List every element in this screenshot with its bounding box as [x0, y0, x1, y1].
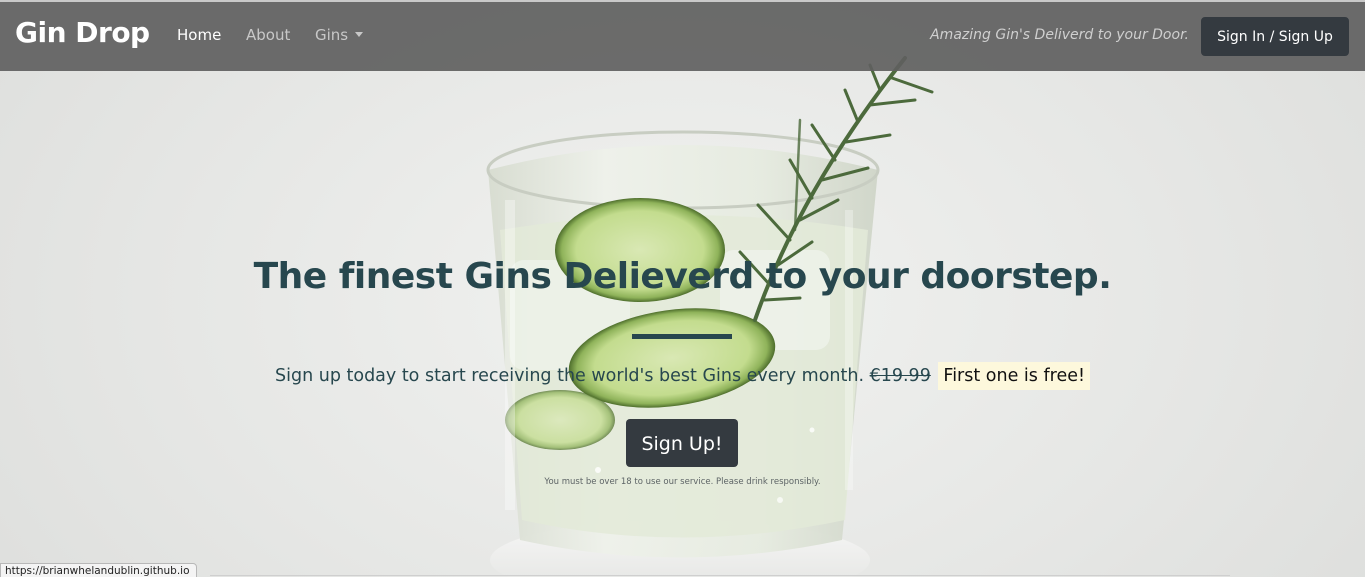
nav-link-gins-dropdown[interactable]: Gins	[315, 26, 364, 44]
page-bottom-divider	[210, 575, 1230, 576]
age-disclaimer: You must be over 18 to use our service. …	[544, 477, 821, 487]
hero-lead-text: Sign up today to start receiving the wor…	[0, 362, 1365, 390]
hero-lead-sentence: Sign up today to start receiving the wor…	[275, 366, 865, 386]
free-offer-highlight: First one is free!	[938, 362, 1090, 390]
old-price: €19.99	[869, 366, 931, 386]
navbar-tagline: Amazing Gin's Deliverd to your Door.	[930, 27, 1189, 43]
nav-link-gins-label: Gins	[315, 26, 349, 44]
chevron-down-icon	[355, 32, 364, 37]
nav-link-about[interactable]: About	[246, 26, 290, 44]
page: Gin Drop Home About Gins Amazing Gin's D…	[0, 0, 1365, 577]
hero-title: The finest Gins Delieverd to your doorst…	[253, 256, 1112, 297]
top-navbar: Gin Drop Home About Gins Amazing Gin's D…	[0, 0, 1365, 71]
signin-signup-button[interactable]: Sign In / Sign Up	[1201, 17, 1349, 56]
brand-logo[interactable]: Gin Drop	[15, 16, 150, 49]
nav-link-home[interactable]: Home	[177, 26, 221, 44]
signup-button[interactable]: Sign Up!	[626, 419, 738, 467]
status-bar-url: https://brianwhelandublin.github.io	[0, 563, 197, 577]
hero-divider	[632, 334, 732, 339]
